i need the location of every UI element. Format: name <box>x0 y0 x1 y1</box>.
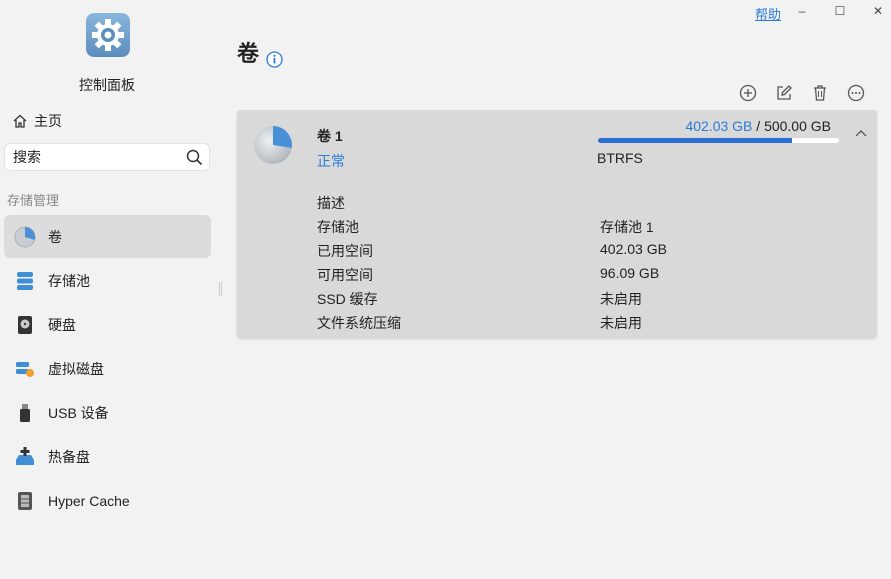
sidebar-item-hyper-cache[interactable]: Hyper Cache <box>4 479 211 522</box>
more-icon[interactable] <box>847 84 865 102</box>
capacity-text: 402.03 GB / 500.00 GB <box>685 118 831 134</box>
edit-icon[interactable] <box>775 84 793 102</box>
volume-status: 正常 <box>317 153 345 169</box>
search-box[interactable] <box>4 143 210 171</box>
detail-value: 未启用 <box>600 315 642 331</box>
used-capacity: 402.03 GB <box>685 118 753 134</box>
home-link[interactable]: 主页 <box>12 111 62 131</box>
sidebar-item-label: 存储池 <box>48 272 90 289</box>
volume-card[interactable]: 卷 1 正常 402.03 GB / 500.00 GB BTRFS 描述 存储… <box>237 110 877 338</box>
usage-progress-bar <box>598 138 839 143</box>
minimize-button[interactable]: – <box>794 4 810 18</box>
maximize-button[interactable]: ☐ <box>832 4 848 18</box>
detail-value: 402.03 GB <box>600 241 667 257</box>
detail-value: 未启用 <box>600 291 642 307</box>
sidebar-resize-handle[interactable] <box>219 282 222 296</box>
sidebar-item-label: 热备盘 <box>48 448 90 465</box>
volume-name: 卷 1 <box>317 128 343 144</box>
total-capacity: 500.00 GB <box>764 118 831 134</box>
sidebar-item-virtual-disk[interactable]: 虚拟磁盘 <box>4 347 211 390</box>
hard-disk-icon <box>13 313 37 337</box>
sidebar-item-usb[interactable]: USB 设备 <box>4 391 211 434</box>
search-icon[interactable] <box>186 149 203 166</box>
filesystem-type: BTRFS <box>597 150 643 166</box>
usage-progress-fill <box>598 138 792 143</box>
hyper-cache-icon <box>13 489 37 513</box>
virtual-disk-icon <box>13 357 37 381</box>
detail-value: 存储池 1 <box>600 219 654 235</box>
pie-chart-icon <box>254 126 292 164</box>
sidebar-item-hard-disk[interactable]: 硬盘 <box>4 303 211 346</box>
app-title: 控制面板 <box>79 77 135 93</box>
detail-label: 可用空间 <box>317 267 373 283</box>
delete-icon[interactable] <box>811 84 829 102</box>
detail-label: 存储池 <box>317 219 359 235</box>
search-input[interactable] <box>11 148 185 166</box>
detail-label: SSD 缓存 <box>317 291 378 307</box>
home-label: 主页 <box>34 113 62 129</box>
gear-icon <box>92 19 124 51</box>
sidebar-item-label: 卷 <box>48 228 62 245</box>
sidebar-item-storage-pool[interactable]: 存储池 <box>4 259 211 302</box>
sidebar-item-label: USB 设备 <box>48 404 109 421</box>
capacity-separator: / <box>752 118 765 134</box>
sidebar-item-label: Hyper Cache <box>48 492 130 509</box>
chevron-up-icon[interactable] <box>854 128 868 138</box>
info-icon[interactable] <box>266 51 283 68</box>
add-icon[interactable] <box>739 84 757 102</box>
help-link[interactable]: 帮助 <box>755 4 781 23</box>
home-icon <box>13 114 27 128</box>
sidebar-item-label: 硬盘 <box>48 316 76 333</box>
usb-icon <box>13 401 37 425</box>
detail-label: 描述 <box>317 195 345 211</box>
sidebar-item-hot-spare[interactable]: 热备盘 <box>4 435 211 478</box>
detail-label: 已用空间 <box>317 243 373 259</box>
sidebar-item-label: 虚拟磁盘 <box>48 360 104 377</box>
section-label-storage: 存储管理 <box>7 193 60 208</box>
detail-value: 96.09 GB <box>600 265 660 281</box>
close-button[interactable]: ✕ <box>870 4 886 18</box>
hot-spare-icon <box>13 445 37 469</box>
detail-label: 文件系统压缩 <box>317 315 401 331</box>
control-panel-app-icon <box>86 13 130 57</box>
storage-pool-icon <box>13 269 37 293</box>
sidebar-item-volume[interactable]: 卷 <box>4 215 211 258</box>
page-title: 卷 <box>237 41 260 66</box>
pie-chart-icon <box>13 225 37 249</box>
